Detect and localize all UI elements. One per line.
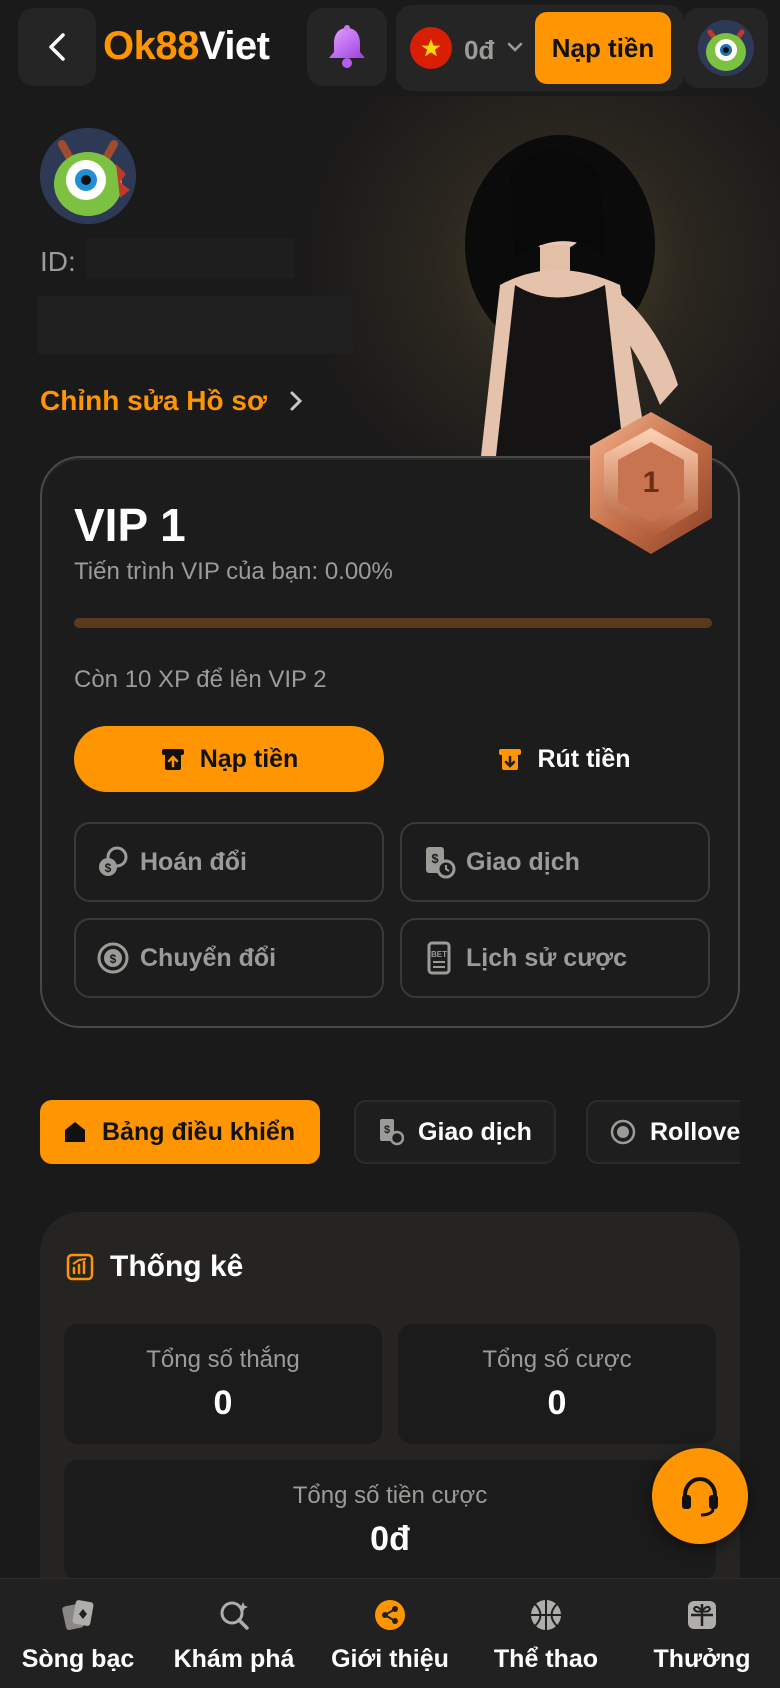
statistics-title: Thống kê xyxy=(110,1250,244,1283)
svg-text:$: $ xyxy=(110,952,117,966)
convert-button[interactable]: $ Chuyển đổi xyxy=(74,918,384,998)
exchange-coin-icon: $ xyxy=(97,942,129,974)
total-wagered-box: Tổng số tiền cược 0đ xyxy=(64,1460,716,1580)
explore-icon xyxy=(214,1595,254,1635)
convert-label: Chuyển đổi xyxy=(140,943,277,972)
transaction-icon: $ xyxy=(380,1119,404,1146)
withdraw-icon xyxy=(499,749,522,770)
support-chat-button[interactable] xyxy=(652,1448,748,1544)
bet-history-button[interactable]: BET Lịch sử cược xyxy=(400,918,710,998)
total-wins-label: Tổng số thắng xyxy=(146,1346,300,1373)
nav-explore[interactable]: Khám phá xyxy=(156,1579,312,1688)
headset-icon xyxy=(682,1476,718,1517)
username-masked xyxy=(38,296,354,354)
vip-deposit-button[interactable]: Nạp tiền xyxy=(74,726,384,792)
vip-badge-number: 1 xyxy=(643,466,660,499)
home-icon xyxy=(65,1122,85,1142)
deposit-icon xyxy=(161,749,184,770)
profile-avatar[interactable] xyxy=(40,128,136,224)
chevron-down-icon[interactable] xyxy=(506,35,524,59)
total-wagered-value: 0đ xyxy=(370,1520,410,1558)
nav-rewards[interactable]: Thưởng xyxy=(624,1579,780,1688)
vip-withdraw-button[interactable]: Rút tiền xyxy=(418,726,710,792)
balance-amount[interactable]: 0đ xyxy=(464,35,494,66)
rollover-icon xyxy=(610,1119,636,1145)
vip-remaining-text: Còn 10 XP để lên VIP 2 xyxy=(74,666,327,693)
svg-text:BET: BET xyxy=(431,950,447,959)
logo-text-suffix: Viet xyxy=(198,24,270,68)
profile-avatar-icon xyxy=(40,128,136,224)
back-button[interactable] xyxy=(18,8,96,86)
statistics-header: Thống kê xyxy=(66,1250,243,1284)
chevron-right-icon xyxy=(290,391,302,411)
bet-history-label: Lịch sử cược xyxy=(466,943,627,972)
chart-icon xyxy=(66,1253,94,1281)
nav-sports[interactable]: Thể thao xyxy=(468,1579,624,1688)
tab-rollover-label: Rollover xyxy=(650,1117,740,1146)
notifications-button[interactable] xyxy=(307,8,387,86)
user-avatar-button[interactable] xyxy=(684,8,768,88)
transaction-icon: $ xyxy=(426,847,456,879)
swap-label: Hoán đổi xyxy=(140,847,247,876)
logo-text-brand: Ok88 xyxy=(103,24,199,68)
tab-dashboard-label: Bảng điều khiển xyxy=(102,1117,296,1146)
swap-button[interactable]: $ Hoán đổi xyxy=(74,822,384,902)
nav-rewards-label: Thưởng xyxy=(653,1645,751,1673)
tab-transactions-label: Giao dịch xyxy=(418,1117,532,1146)
vip-progress-text: Tiến trình VIP của bạn: 0.00% xyxy=(74,558,393,585)
vip-withdraw-label: Rút tiền xyxy=(537,744,631,773)
total-wins-value: 0 xyxy=(213,1384,233,1422)
tab-transactions[interactable]: $ Giao dịch xyxy=(354,1100,556,1164)
chevron-left-icon xyxy=(49,33,65,61)
wallet-panel: 0đ Nạp tiền xyxy=(396,5,684,91)
user-id-value-masked xyxy=(86,238,294,278)
nav-referral[interactable]: Giới thiệu xyxy=(312,1579,468,1688)
vip-progress-bar xyxy=(74,618,712,628)
total-bets-label: Tổng số cược xyxy=(482,1346,632,1373)
edit-profile-link[interactable]: Chỉnh sửa Hồ sơ xyxy=(40,385,303,417)
vip-card: 1 VIP 1 Tiến trình VIP của bạn: 0.00% Cò… xyxy=(40,412,740,1028)
edit-profile-label: Chỉnh sửa Hồ sơ xyxy=(40,385,267,416)
bet-history-icon: BET xyxy=(427,941,451,975)
transaction-label: Giao dịch xyxy=(466,847,580,876)
nav-casino[interactable]: Sòng bạc xyxy=(0,1579,156,1688)
nav-casino-label: Sòng bạc xyxy=(21,1645,135,1673)
svg-text:$: $ xyxy=(105,861,112,875)
cards-icon xyxy=(58,1595,98,1635)
top-header: Ok88Viet 0đ Nạp tiền xyxy=(0,0,780,96)
total-wins-box: Tổng số thắng 0 xyxy=(64,1324,382,1444)
user-avatar-icon xyxy=(698,20,754,76)
nav-referral-label: Giới thiệu xyxy=(331,1645,449,1673)
tab-rollover[interactable]: Rollover xyxy=(586,1100,740,1164)
coins-swap-icon: $ xyxy=(99,846,128,876)
vip-level-title: VIP 1 xyxy=(74,499,186,551)
total-bets-box: Tổng số cược 0 xyxy=(398,1324,716,1444)
svg-text:$: $ xyxy=(384,1124,390,1136)
vietnam-flag-icon[interactable] xyxy=(410,27,452,69)
vip-deposit-label: Nạp tiền xyxy=(199,744,299,773)
nav-explore-label: Khám phá xyxy=(173,1645,295,1673)
tab-dashboard[interactable]: Bảng điều khiển xyxy=(40,1100,320,1164)
header-deposit-button[interactable]: Nạp tiền xyxy=(535,12,671,84)
nav-sports-label: Thể thao xyxy=(493,1645,599,1673)
app-logo[interactable]: Ok88Viet xyxy=(103,24,270,69)
share-icon xyxy=(370,1595,410,1635)
basketball-icon xyxy=(526,1595,566,1635)
gift-icon xyxy=(682,1595,722,1635)
total-bets-value: 0 xyxy=(547,1384,567,1422)
total-wagered-label: Tổng số tiền cược xyxy=(292,1482,488,1509)
transaction-button[interactable]: $ Giao dịch xyxy=(400,822,710,902)
vip-level-badge: 1 xyxy=(590,412,712,554)
bottom-navigation: Sòng bạc Khám phá Giới thiệu Thể thao Th… xyxy=(0,1578,780,1688)
bell-icon xyxy=(329,25,365,68)
dashboard-tabs: Bảng điều khiển $ Giao dịch Rollover xyxy=(40,1100,740,1164)
user-id-label: ID: xyxy=(40,246,76,277)
